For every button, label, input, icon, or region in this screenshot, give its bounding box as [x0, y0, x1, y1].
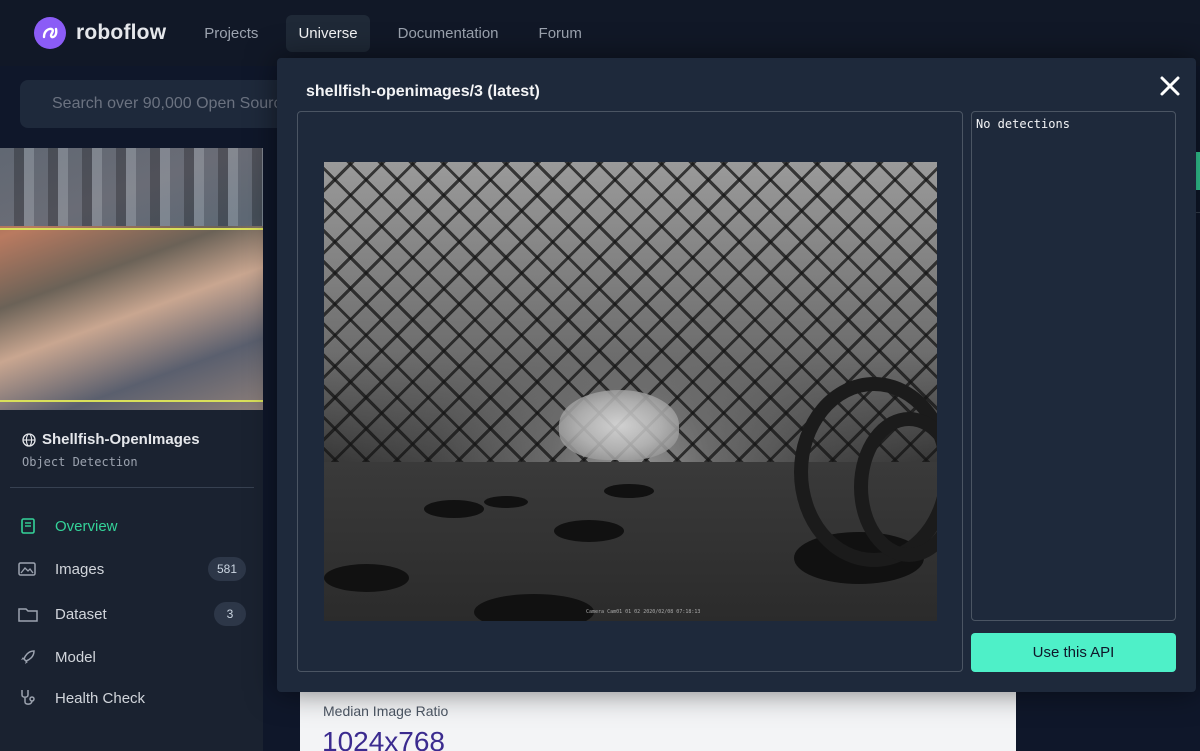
modal-title: shellfish-openimages/3 (latest) [306, 83, 540, 100]
dataset-type: Object Detection [22, 455, 138, 469]
sidebar-item-label: Health Check [55, 689, 146, 707]
images-count-badge: 581 [207, 557, 246, 581]
rocket-icon [18, 647, 38, 667]
images-icon [18, 559, 38, 579]
cover-band [0, 148, 263, 226]
preview-image: Camera Cam01 01 02 2020/02/08 07:18:13 [324, 162, 937, 621]
dataset-name: Shellfish-OpenImages [42, 431, 200, 448]
median-image-ratio-value: 1024x768 [322, 726, 446, 751]
book-icon [18, 516, 38, 536]
sidebar-divider [10, 487, 254, 488]
close-icon[interactable] [1159, 75, 1181, 97]
sidebar-item-label: Model [55, 648, 96, 666]
use-this-api-button[interactable]: Use this API [971, 633, 1176, 672]
roboflow-logo[interactable]: roboflow [34, 17, 166, 49]
sidebar-item-dataset[interactable]: Dataset 3 [18, 599, 248, 629]
dataset-title[interactable]: Shellfish-OpenImages [22, 431, 200, 448]
brand-name: roboflow [76, 21, 167, 44]
nav-universe[interactable]: Universe [286, 14, 370, 52]
folder-icon [18, 604, 38, 624]
floor-hole [604, 484, 654, 498]
detections-output: No detections [971, 111, 1176, 621]
sidebar-item-label: Overview [55, 517, 118, 535]
sidebar-item-overview[interactable]: Overview [18, 511, 248, 541]
inference-modal: shellfish-openimages/3 (latest) Camera C… [277, 58, 1196, 692]
sidebar-item-label: Images [55, 560, 105, 578]
floor-hole [324, 564, 409, 592]
globe-icon [22, 432, 36, 447]
dataset-count-badge: 3 [214, 602, 246, 626]
sidebar-item-model[interactable]: Model [18, 642, 248, 672]
stethoscope-icon [18, 688, 38, 708]
floor-hole [424, 500, 484, 518]
nav-projects[interactable]: Projects [192, 15, 270, 52]
floor-hole [484, 496, 528, 508]
top-navbar: roboflow Projects Universe Documentation… [0, 0, 1200, 66]
crab-silhouette [559, 390, 679, 460]
cover-box-line [0, 400, 263, 402]
universe-search-input[interactable]: Search over 90,000 Open Source [20, 80, 320, 128]
image-timestamp: Camera Cam01 01 02 2020/02/08 07:18:13 [586, 609, 701, 615]
sidebar-item-health-check[interactable]: Health Check [18, 683, 248, 713]
nav-forum[interactable]: Forum [527, 15, 594, 52]
sidebar-item-label: Dataset [55, 605, 107, 623]
roboflow-logo-icon [34, 17, 66, 49]
right-divider [1196, 212, 1200, 213]
dataset-cover-image [0, 148, 263, 410]
floor-hole [554, 520, 624, 542]
sidebar-item-images[interactable]: Images 581 [18, 554, 248, 584]
cover-box-line [0, 228, 263, 230]
nav-documentation[interactable]: Documentation [386, 15, 511, 52]
image-preview-panel: Camera Cam01 01 02 2020/02/08 07:18:13 [297, 111, 963, 672]
median-image-ratio-label: Median Image Ratio [323, 703, 449, 719]
